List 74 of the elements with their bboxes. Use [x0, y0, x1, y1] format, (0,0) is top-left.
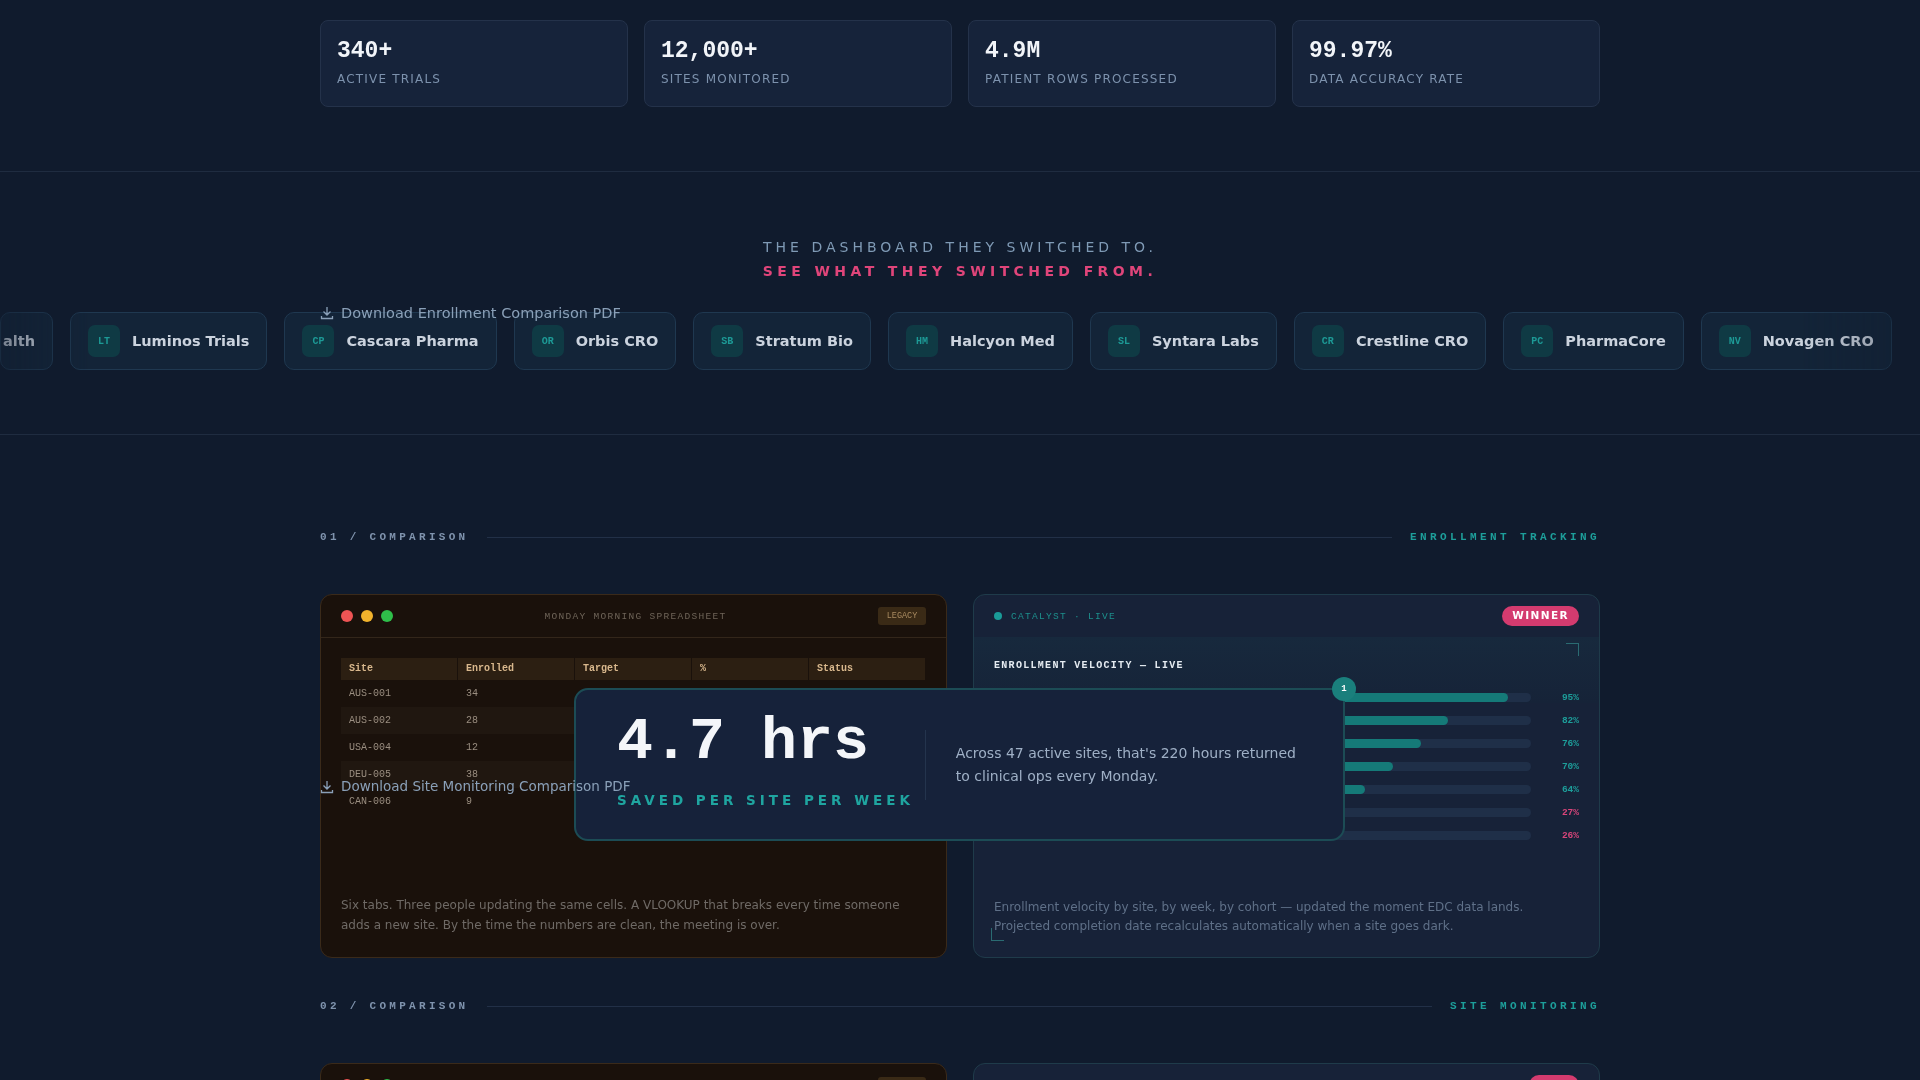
initials-badge: CR	[1311, 325, 1344, 357]
table-cell-text: USA-004	[348, 742, 392, 753]
callout-value: 4.7 hrs	[617, 714, 870, 769]
window-control-dot	[381, 610, 393, 622]
stat-label: SITES MONITORED	[661, 72, 792, 86]
section-topic: ENROLLMENT TRACKING	[1409, 531, 1600, 543]
initials-badge: NV	[1718, 325, 1751, 357]
table-cell-text: DEU-005	[348, 769, 392, 780]
table-cell-text: 28	[465, 715, 479, 726]
section-number: 02 / COMPARISON	[320, 1000, 469, 1012]
percent-label: 70%	[1561, 761, 1579, 772]
card-caption: Six tabs. Three people updating the same cells. A VLOOKUP that breaks every time someone adds a new site. By the time the numbers are clean, the meeting is over.	[341, 897, 901, 934]
initials-badge: OR	[531, 325, 564, 357]
download-link[interactable]: Download Site Monitoring Comparison PDF	[320, 779, 631, 794]
stat-label: DATA ACCURACY RATE	[1309, 72, 1466, 86]
company-name: Orbis CRO	[575, 333, 659, 349]
stat-value: 99.97%	[1309, 38, 1393, 64]
stat-value: 12,000+	[661, 38, 759, 64]
source-label: CATALYST · LIVE	[1011, 610, 1116, 622]
section-number: 01 / COMPARISON	[320, 531, 469, 543]
percent-label: 76%	[1561, 738, 1579, 749]
section-subheading: SEE WHAT THEY SWITCHED FROM.	[761, 262, 1159, 280]
company-name: Novagen CRO	[1762, 333, 1874, 349]
download-icon	[320, 306, 334, 320]
initials-badge: LT	[88, 325, 120, 357]
table-header-cell: Status	[809, 658, 926, 680]
company-name: Crestline CRO	[1355, 333, 1469, 349]
company-name: PharmaCore	[1565, 333, 1666, 349]
legacy-tag: LEGACY	[878, 607, 926, 625]
initials-badge: SL	[1107, 325, 1140, 357]
company-name: Cascara Pharma	[346, 333, 479, 349]
table-header-cell: Target	[575, 658, 692, 680]
table-cell-text: 9	[465, 796, 473, 807]
section-heading: THE DASHBOARD THEY SWITCHED TO.	[762, 238, 1158, 256]
callout-text: Across 47 active sites, that's 220 hours returned to clinical ops every Monday.	[955, 743, 1297, 786]
table-cell-text: 12	[465, 742, 479, 753]
window-title: MONDAY MORNING SPREADSHEET	[543, 610, 728, 622]
table-header-cell: Site	[341, 658, 458, 680]
percent-label: 26%	[1561, 830, 1579, 841]
company-name: Syntara Labs	[1151, 333, 1259, 349]
window-control-dot	[361, 610, 373, 622]
percent-label: 64%	[1561, 784, 1579, 795]
company-name: Luminos Trials	[132, 333, 250, 349]
company-name: Stratum Bio	[755, 333, 853, 349]
stat-label: PATIENT ROWS PROCESSED	[985, 72, 1179, 86]
initials-badge: CP	[302, 325, 335, 357]
status-dot	[994, 612, 1002, 620]
table-cell-text: AUS-001	[348, 688, 392, 699]
section-topic: SITE MONITORING	[1449, 1000, 1600, 1012]
callout-label: SAVED PER SITE PER WEEK	[617, 791, 914, 809]
stat-label: ACTIVE TRIALS	[337, 72, 443, 86]
initials-badge: HM	[906, 325, 938, 357]
percent-label: 95%	[1561, 692, 1579, 703]
table-cell-text: CAN-006	[348, 796, 392, 807]
download-icon	[320, 779, 334, 794]
table-cell-text: AUS-002	[348, 715, 392, 726]
company-name: alth	[3, 333, 35, 349]
percent-label: 82%	[1561, 715, 1579, 726]
company-name: Halcyon Med	[950, 333, 1055, 349]
table-cell-text: 34	[465, 688, 479, 699]
card-caption: Enrollment velocity by site, by week, by cohort — updated the moment EDC data lands. Projected completion date recalculates automatically when a site goes dark.	[994, 899, 1525, 935]
stat-value: 340+	[337, 38, 394, 64]
winner-badge: WINNER	[1502, 606, 1579, 626]
download-link[interactable]: Download Enrollment Comparison PDF	[320, 305, 621, 321]
initials-badge: PC	[1521, 325, 1554, 357]
window-control-dot	[341, 610, 353, 622]
initials-badge: SB	[711, 325, 744, 357]
chart-title: ENROLLMENT VELOCITY — LIVE	[994, 660, 1185, 671]
table-cell-text: 38	[465, 769, 479, 780]
corner-bracket	[1566, 643, 1579, 656]
table-header-cell: %	[692, 658, 809, 680]
table-header-cell: Enrolled	[458, 658, 575, 680]
percent-label: 27%	[1561, 807, 1579, 818]
stat-value: 4.9M	[985, 38, 1042, 64]
